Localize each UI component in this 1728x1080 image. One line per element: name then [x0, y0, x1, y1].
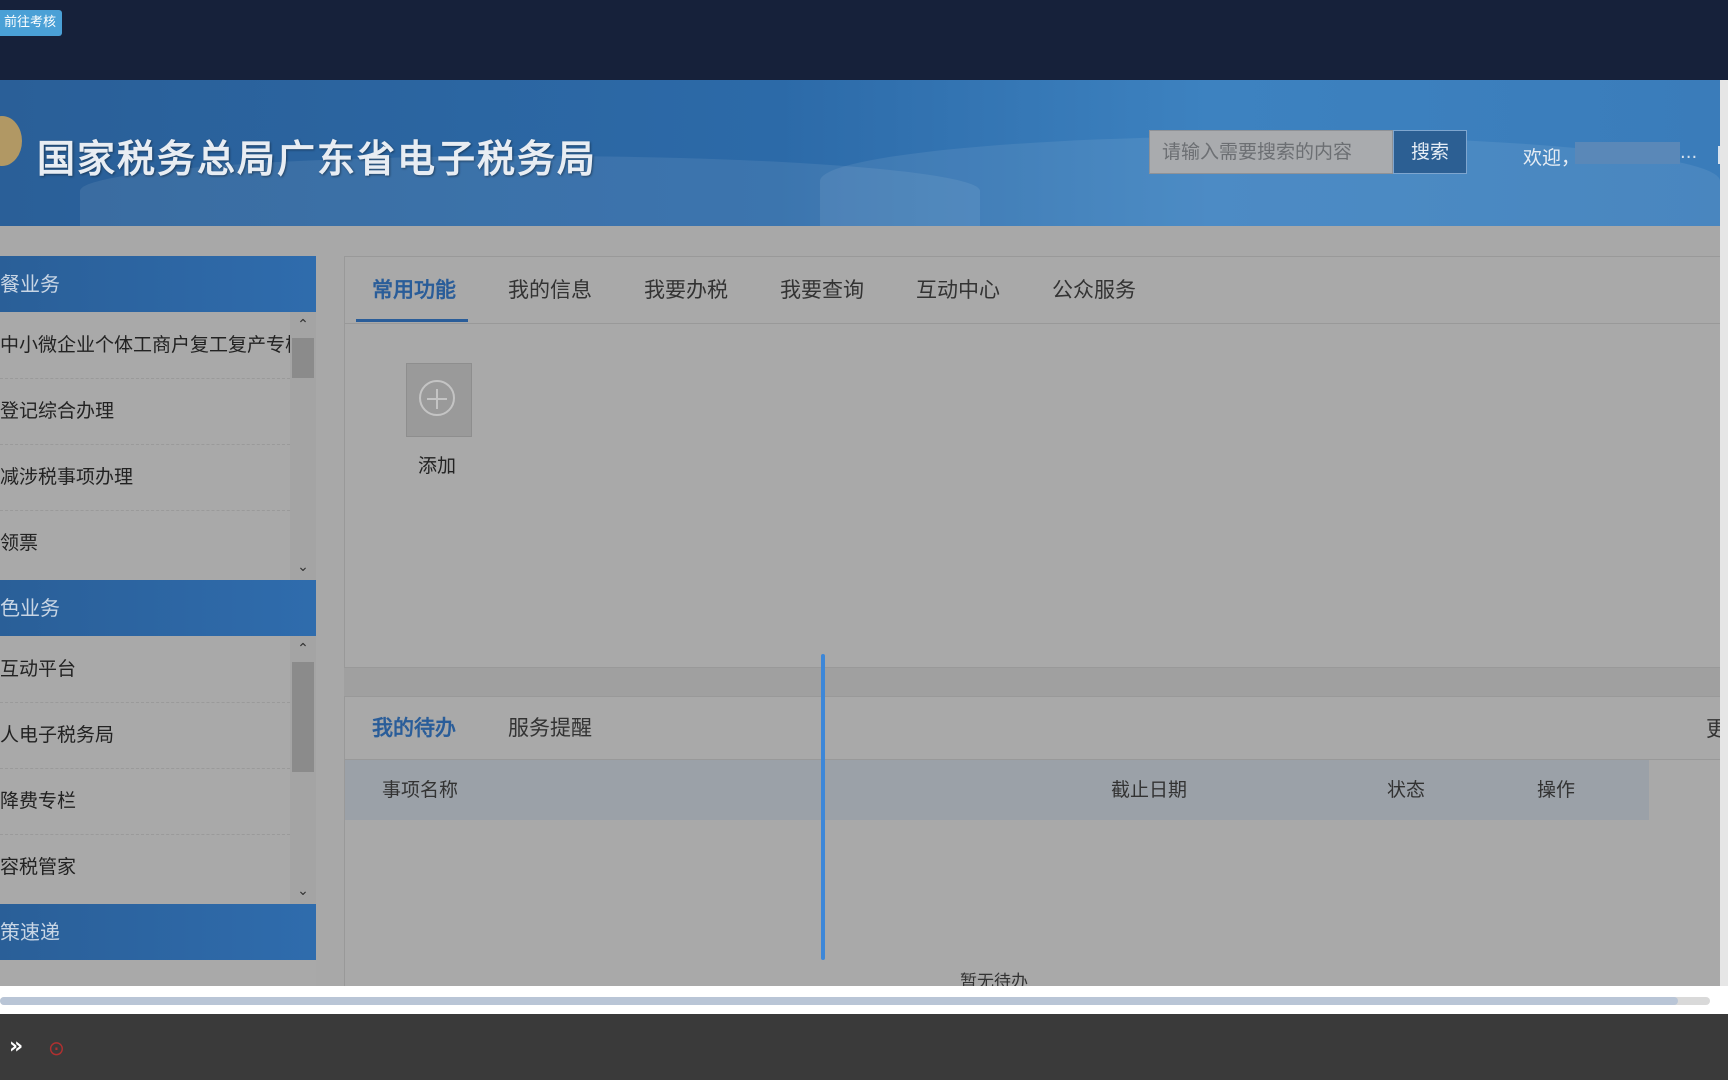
- sidebar: 餐业务 中小微企业个体工商户复工复产专栏 登记综合办理 减涉税事项办理 领票 ⌃…: [0, 256, 316, 986]
- horizontal-scroll-area: [0, 986, 1728, 1014]
- sidebar-item[interactable]: 互动平台: [0, 636, 290, 703]
- column-header-status: 状态: [1387, 779, 1426, 801]
- main-tabs: 常用功能 我的信息 我要办税 我要查询 互动中心 公众服务: [345, 257, 1727, 324]
- add-function-button[interactable]: [406, 363, 472, 437]
- tab-interaction-center[interactable]: 互动中心: [916, 273, 1000, 307]
- tax-emblem-icon: [0, 116, 22, 166]
- sidebar-section-list: [0, 960, 316, 986]
- top-bar: 前往考核: [0, 0, 1728, 82]
- site-title: 国家税务总局广东省电子税务局: [37, 137, 598, 181]
- search-input[interactable]: 请输入需要搜索的内容: [1149, 130, 1393, 174]
- sidebar-scrollbar[interactable]: ⌃ ⌄: [290, 312, 316, 580]
- tab-tax-handling[interactable]: 我要办税: [644, 273, 728, 307]
- tax-bureau-app: 国家税务总局广东省电子税务局 请输入需要搜索的内容 搜索 欢迎， ... 餐业务…: [0, 80, 1728, 986]
- todo-panel: 我的待办 服务提醒 更 事项名称 截止日期 状态 操作 暂无待办: [344, 696, 1728, 986]
- scroll-down-icon[interactable]: ⌄: [290, 880, 316, 902]
- search-button[interactable]: 搜索: [1393, 130, 1467, 174]
- tab-common-functions[interactable]: 常用功能: [372, 273, 456, 307]
- username-ellipsis: ...: [1680, 142, 1698, 163]
- sidebar-section-header[interactable]: 餐业务: [0, 256, 316, 312]
- sidebar-item[interactable]: 登记综合办理: [0, 378, 290, 445]
- todo-tabs: 我的待办 服务提醒 更: [345, 697, 1727, 760]
- tab-public-service[interactable]: 公众服务: [1052, 273, 1136, 307]
- sidebar-item[interactable]: 减涉税事项办理: [0, 444, 290, 511]
- sidebar-scrollbar[interactable]: ⌃ ⌄: [290, 636, 316, 904]
- sidebar-section-header[interactable]: 色业务: [0, 580, 316, 636]
- scroll-up-icon[interactable]: ⌃: [290, 638, 316, 660]
- plus-icon: [436, 389, 438, 409]
- sidebar-item[interactable]: 人电子税务局: [0, 702, 290, 769]
- sidebar-item[interactable]: 领票: [0, 510, 290, 576]
- column-header-deadline: 截止日期: [1111, 779, 1188, 801]
- sidebar-item[interactable]: 降费专栏: [0, 768, 290, 835]
- expand-arrow-icon[interactable]: »: [9, 1034, 23, 1059]
- tab-my-todo[interactable]: 我的待办: [372, 711, 456, 745]
- record-icon[interactable]: ⊙: [48, 1036, 65, 1060]
- common-functions-panel: 常用功能 我的信息 我要办税 我要查询 互动中心 公众服务 添加: [344, 256, 1728, 668]
- sidebar-section-header[interactable]: 策速递: [0, 904, 316, 960]
- scroll-thumb[interactable]: [292, 338, 314, 378]
- panel-gap: [344, 668, 1728, 696]
- page-right-scrollbar[interactable]: [1720, 80, 1728, 986]
- sidebar-section-list: 中小微企业个体工商户复工复产专栏 登记综合办理 减涉税事项办理 领票 ⌃ ⌄: [0, 312, 316, 580]
- tab-query[interactable]: 我要查询: [780, 273, 864, 307]
- horizontal-scrollbar-thumb[interactable]: [0, 997, 1678, 1005]
- go-to-exam-button[interactable]: 前往考核: [0, 10, 63, 36]
- empty-todo-text: 暂无待办: [960, 972, 1028, 986]
- tab-service-reminder[interactable]: 服务提醒: [508, 711, 592, 745]
- scroll-down-icon[interactable]: ⌄: [290, 556, 316, 578]
- header-banner: 国家税务总局广东省电子税务局 请输入需要搜索的内容 搜索 欢迎， ...: [0, 80, 1728, 226]
- resize-divider[interactable]: [821, 654, 825, 960]
- column-header-action: 操作: [1537, 779, 1576, 801]
- todo-table-header: 事项名称 截止日期 状态 操作: [345, 760, 1649, 820]
- scroll-thumb[interactable]: [292, 662, 314, 772]
- sidebar-item[interactable]: 容税管家: [0, 834, 290, 900]
- scroll-up-icon[interactable]: ⌃: [290, 314, 316, 336]
- tab-my-info[interactable]: 我的信息: [508, 273, 592, 307]
- sidebar-item[interactable]: 中小微企业个体工商户复工复产专栏: [0, 312, 290, 379]
- bottom-bar: » ⊙: [0, 1014, 1728, 1080]
- add-label: 添加: [418, 455, 457, 477]
- username-redacted: [1575, 142, 1680, 164]
- column-header-item-name: 事项名称: [382, 779, 459, 801]
- welcome-text: 欢迎，: [1523, 147, 1581, 169]
- sidebar-section-list: 互动平台 人电子税务局 降费专栏 容税管家 ⌃ ⌄: [0, 636, 316, 904]
- active-tab-indicator: [356, 319, 468, 322]
